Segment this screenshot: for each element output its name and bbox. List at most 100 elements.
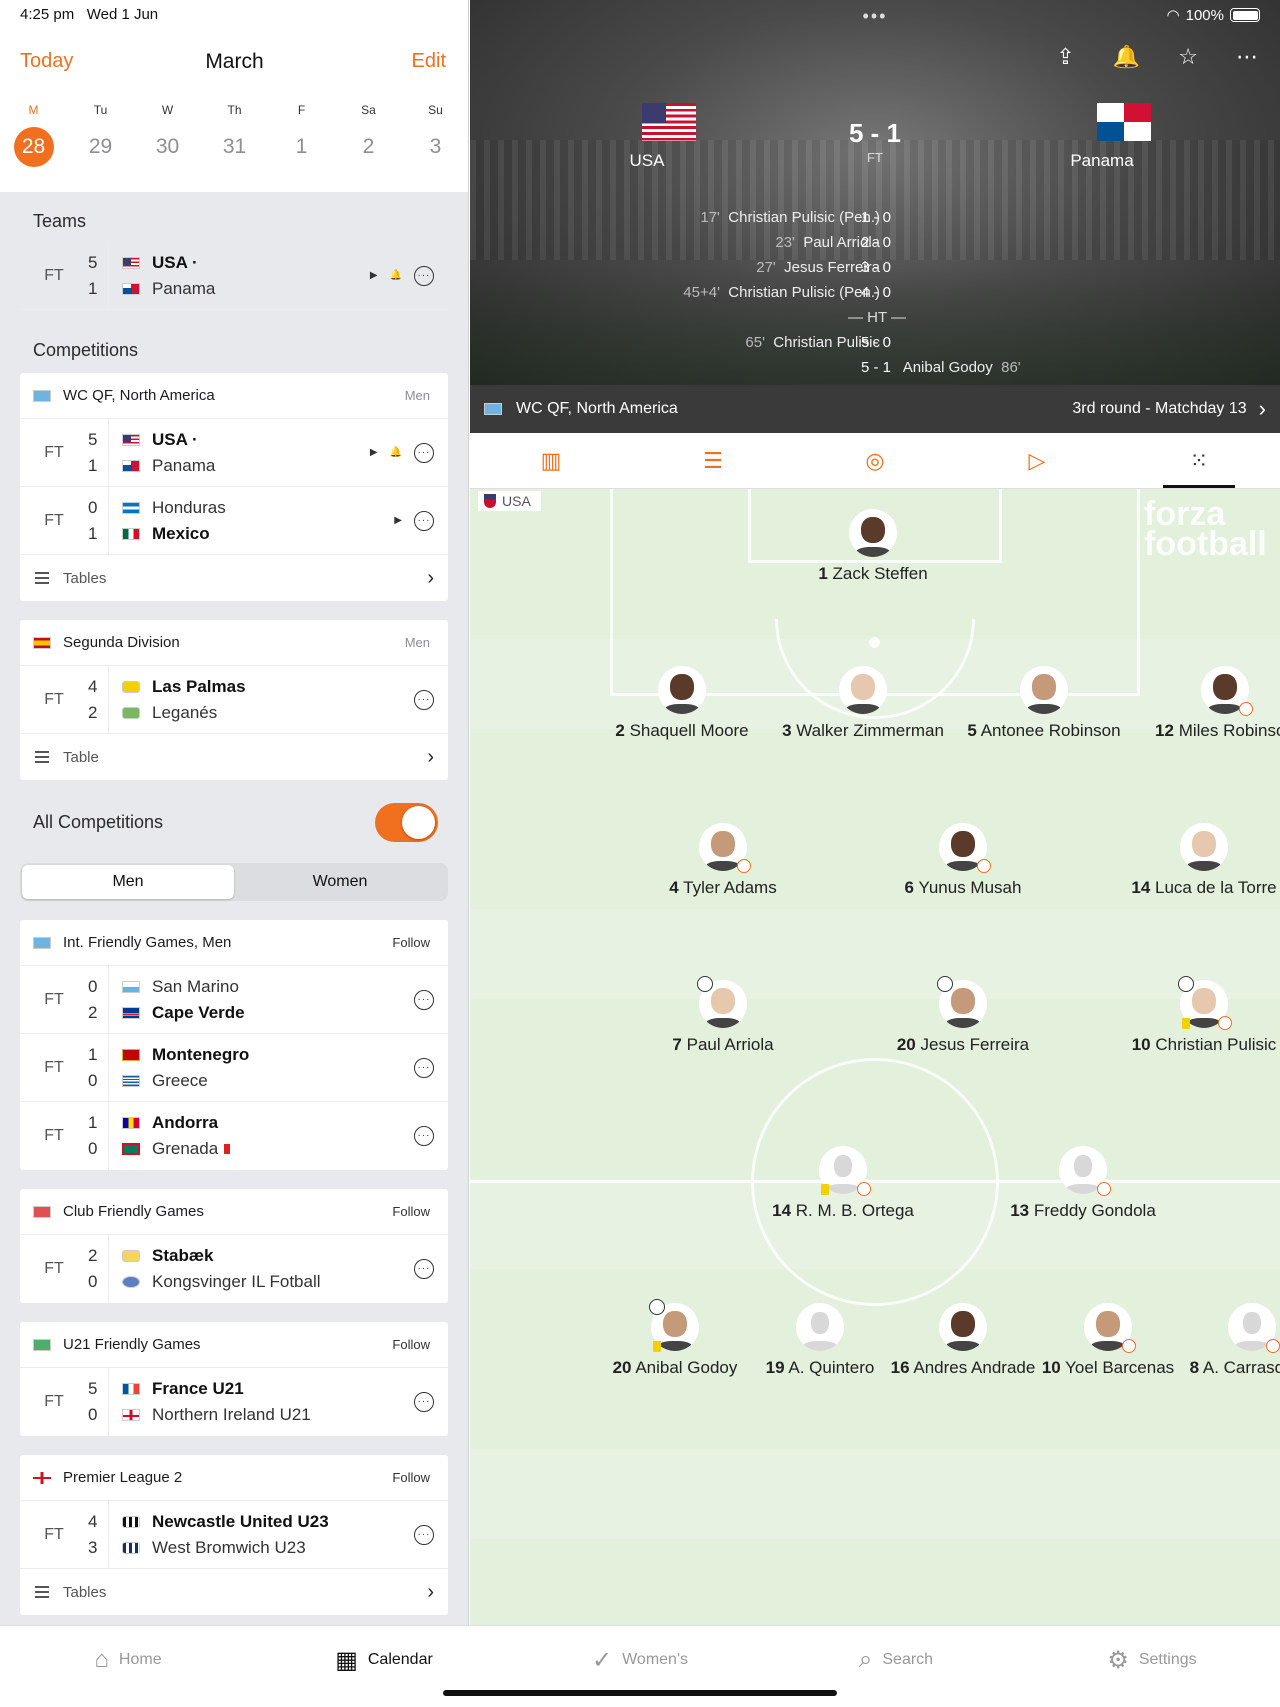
tab-stats[interactable]: ▥ <box>470 433 632 488</box>
share-icon[interactable]: ⇪ <box>1056 44 1074 70</box>
forza-football-watermark: forza football <box>1144 495 1267 563</box>
lineup-player[interactable]: 4 Tyler Adams <box>623 823 823 898</box>
lineup-player[interactable]: 3 Walker Zimmerman <box>763 666 963 741</box>
lineup-player[interactable]: 12 Miles Robinson <box>1125 666 1280 741</box>
match-row[interactable]: FT 01 Honduras Mexico ▶ ··· <box>20 487 448 555</box>
more-icon[interactable]: ··· <box>414 1524 434 1545</box>
all-competitions-toggle[interactable] <box>375 802 438 842</box>
competition-bar[interactable]: WC QF, North America 3rd round - Matchda… <box>470 385 1280 433</box>
lineup-player[interactable]: 7 Paul Arriola <box>623 976 823 1055</box>
tab-womens[interactable]: ✓ Women's <box>512 1626 768 1694</box>
substitution-icon <box>737 859 751 873</box>
day-fri[interactable]: F1 <box>268 103 335 167</box>
lineup-player[interactable]: 2 Shaquell Moore <box>582 666 782 741</box>
follow-button[interactable]: Follow <box>392 935 430 950</box>
match-row[interactable]: FT 51 USA · Panama ▶ 🔔 ··· <box>20 419 448 487</box>
score-column: 10 <box>88 1102 109 1170</box>
segment-men[interactable]: Men <box>22 865 234 899</box>
home-score: 5 <box>88 429 98 449</box>
competition-name: Segunda Division <box>63 634 180 651</box>
play-icon[interactable]: ▶ <box>394 515 402 526</box>
star-icon[interactable]: ☆ <box>1178 44 1198 70</box>
day-mon[interactable]: M 28 <box>0 103 67 167</box>
day-sun[interactable]: Su 3 <box>402 103 468 167</box>
away-score: 0 <box>88 1070 98 1090</box>
lineup-player[interactable]: 10 Christian Pulisic <box>1104 976 1280 1055</box>
lineup-player[interactable]: 6 Yunus Musah <box>863 823 1063 898</box>
more-icon[interactable]: ··· <box>414 510 434 531</box>
match-row[interactable]: FT 42 Las Palmas Leganés ··· <box>20 666 448 734</box>
day-number: 3 <box>429 135 442 158</box>
team-name: Panama <box>152 455 216 475</box>
tables-link[interactable]: Tables › <box>20 1569 448 1615</box>
more-icon[interactable]: ⋯ <box>1236 44 1258 70</box>
more-icon[interactable]: ··· <box>414 1057 434 1078</box>
home-score: 1 <box>88 1044 98 1064</box>
lineup-player[interactable]: 14 Luca de la Torre <box>1104 823 1280 898</box>
more-icon[interactable]: ··· <box>414 689 434 710</box>
bell-icon[interactable]: 🔔 <box>390 270 402 281</box>
play-icon[interactable]: ▶ <box>370 270 378 281</box>
andorra-flag-icon <box>122 1117 140 1129</box>
day-tue[interactable]: Tu 29 <box>67 103 134 167</box>
home-indicator[interactable] <box>443 1690 837 1696</box>
day-wed[interactable]: W 30 <box>134 103 201 167</box>
day-sat[interactable]: Sa 2 <box>335 103 402 167</box>
competition-header[interactable]: Segunda Division Men <box>20 620 448 666</box>
edit-button[interactable]: Edit <box>412 50 446 73</box>
segment-women[interactable]: Women <box>234 865 446 899</box>
more-icon[interactable]: ··· <box>414 1392 434 1412</box>
day-thu[interactable]: Th 31 <box>201 103 268 167</box>
more-icon[interactable]: ··· <box>414 265 434 286</box>
tab-settings[interactable]: ⚙ Settings <box>1024 1626 1280 1694</box>
table-link[interactable]: Table › <box>20 734 448 780</box>
match-row[interactable]: FT 43 Newcastle United U23 West Bromwich… <box>20 1501 448 1569</box>
int-friendly-card: Int. Friendly Games, Men Follow FT 02 San… <box>20 920 448 1170</box>
competition-header[interactable]: Int. Friendly Games, Men Follow <box>20 920 448 966</box>
home-team: Newcastle United U23 <box>122 1512 414 1532</box>
bell-icon[interactable]: 🔔 <box>390 447 402 458</box>
bell-icon[interactable]: 🔔 <box>1113 44 1140 70</box>
lineup-player[interactable]: 20 Jesus Ferreira <box>863 976 1063 1055</box>
match-row[interactable]: FT 02 San Marino Cape Verde ··· <box>20 966 448 1034</box>
lineup-player[interactable]: 5 Antonee Robinson <box>944 666 1144 741</box>
lineup-player[interactable]: 13 Freddy Gondola <box>983 1146 1183 1221</box>
follow-button[interactable]: Follow <box>392 1204 430 1219</box>
tab-home[interactable]: ⌂ Home <box>0 1626 256 1694</box>
more-icon[interactable]: ··· <box>414 1126 434 1146</box>
tab-lineup[interactable]: ⁙ <box>1118 433 1280 488</box>
player-name: 14 Luca de la Torre <box>1104 878 1280 898</box>
match-row[interactable]: FT 50 France U21 Northern Ireland U21 ··… <box>20 1368 448 1436</box>
player-label: Luca de la Torre <box>1155 878 1277 897</box>
competition-header[interactable]: U21 Friendly Games Follow <box>20 1322 448 1368</box>
competition-header[interactable]: Premier League 2 Follow <box>20 1455 448 1501</box>
competition-header[interactable]: Club Friendly Games Follow <box>20 1189 448 1235</box>
match-row[interactable]: FT 10 Andorra Grenada ··· <box>20 1102 448 1170</box>
away-team: Mexico <box>122 524 394 544</box>
tab-search[interactable]: ⌕ Search <box>768 1626 1024 1694</box>
lineup-player[interactable]: 14 R. M. B. Ortega <box>743 1146 943 1221</box>
match-row-usa-panama[interactable]: FT 51 USA · Panama ▶ 🔔 ··· <box>20 242 448 310</box>
player-name: 1 Zack Steffen <box>773 564 973 584</box>
tab-calendar[interactable]: ▦ Calendar <box>256 1626 512 1694</box>
multitask-dots-icon[interactable]: ••• <box>470 6 1280 27</box>
tab-ball[interactable]: ◎ <box>794 433 956 488</box>
follow-button[interactable]: Follow <box>392 1470 430 1485</box>
tab-events[interactable]: ☰ <box>632 433 794 488</box>
tab-video[interactable]: ▷ <box>956 433 1118 488</box>
more-icon[interactable]: ··· <box>414 442 434 463</box>
score-column: 42 <box>88 666 109 733</box>
competition-header[interactable]: WC QF, North America Men <box>20 373 448 419</box>
player-number: 16 <box>890 1358 910 1377</box>
play-icon[interactable]: ▶ <box>370 447 378 458</box>
lineup-player[interactable]: 8 A. Carrasquilla <box>1152 1303 1280 1378</box>
match-row[interactable]: FT 20 Stabæk Kongsvinger IL Fotball ··· <box>20 1235 448 1303</box>
more-icon[interactable]: ··· <box>414 989 434 1010</box>
follow-button[interactable]: Follow <box>392 1337 430 1352</box>
tables-link[interactable]: Tables › <box>20 555 448 601</box>
teams-column: USA · Panama <box>109 430 370 476</box>
match-row[interactable]: FT 10 Montenegro Greece ··· <box>20 1034 448 1102</box>
day-number: 29 <box>88 135 113 158</box>
lineup-player[interactable]: 1 Zack Steffen <box>773 509 973 584</box>
more-icon[interactable]: ··· <box>414 1259 434 1279</box>
